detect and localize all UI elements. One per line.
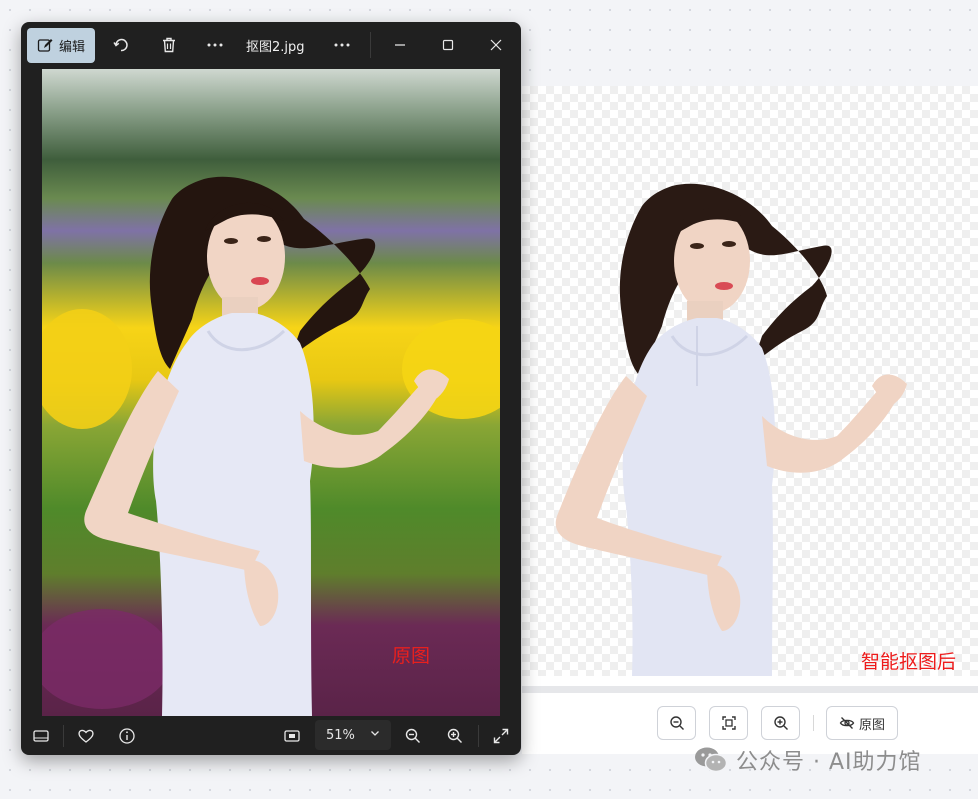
zoom-out-icon bbox=[405, 728, 420, 743]
bottombar-separator bbox=[63, 725, 64, 747]
minimize-button[interactable] bbox=[389, 34, 411, 56]
rotate-button[interactable] bbox=[110, 34, 132, 56]
zoom-level-dropdown[interactable]: 51% bbox=[315, 720, 391, 750]
zoom-in-icon bbox=[447, 728, 462, 743]
show-original-label: 原图 bbox=[858, 717, 885, 733]
maximize-button[interactable] bbox=[437, 34, 459, 56]
photo-figure bbox=[42, 176, 500, 716]
close-icon bbox=[490, 39, 502, 51]
actual-size-button[interactable] bbox=[280, 724, 304, 748]
original-photo-label: 原图 bbox=[392, 645, 431, 667]
zoom-in-icon bbox=[773, 716, 788, 730]
zoom-out-icon bbox=[669, 716, 684, 730]
info-icon bbox=[119, 728, 135, 744]
viewer-titlebar: 编辑 抠图2.jpg bbox=[21, 22, 521, 68]
expand-icon bbox=[493, 728, 509, 744]
wechat-watermark: 公众号 · AI助力馆 bbox=[694, 744, 922, 776]
rotate-icon bbox=[113, 38, 128, 52]
more-dots-icon bbox=[334, 43, 350, 47]
watermark-text: 公众号 · AI助力馆 bbox=[736, 750, 922, 775]
edit-button-label: 编辑 bbox=[58, 40, 85, 55]
fit-screen-button[interactable] bbox=[709, 706, 748, 740]
cutout-result-label: 智能抠图后 bbox=[860, 651, 956, 673]
viewer-bottombar: 51% bbox=[21, 716, 521, 755]
maximize-icon bbox=[442, 39, 454, 51]
toolbar-separator bbox=[813, 715, 814, 731]
more-dots-icon bbox=[207, 43, 223, 47]
zoom-out-button[interactable] bbox=[657, 706, 696, 740]
cutout-figure bbox=[555, 183, 907, 676]
zoom-in-button[interactable] bbox=[761, 706, 800, 740]
heart-icon bbox=[78, 729, 94, 743]
file-name: 抠图2.jpg bbox=[246, 40, 305, 55]
wechat-logo-icon bbox=[695, 747, 728, 773]
minimize-icon bbox=[395, 44, 405, 46]
zoom-out-viewer-button[interactable] bbox=[401, 724, 425, 748]
edit-image-icon bbox=[37, 39, 53, 52]
fullscreen-button[interactable] bbox=[489, 724, 513, 748]
original-photo: 原图 bbox=[42, 69, 500, 716]
info-button[interactable] bbox=[115, 724, 139, 748]
delete-button[interactable] bbox=[158, 34, 180, 56]
cutout-canvas: 智能抠图后 bbox=[522, 86, 978, 676]
close-button[interactable] bbox=[485, 34, 507, 56]
more-options-button[interactable] bbox=[204, 34, 226, 56]
actual-size-icon bbox=[284, 730, 300, 742]
photo-viewer-window: 编辑 抠图2.jpg 原图 51% bbox=[21, 22, 521, 755]
panel-divider bbox=[522, 686, 978, 693]
trash-icon bbox=[163, 37, 175, 53]
filmstrip-icon bbox=[33, 730, 49, 742]
zoom-level-value: 51% bbox=[326, 727, 355, 743]
file-more-button[interactable] bbox=[331, 34, 353, 56]
titlebar-separator bbox=[370, 32, 371, 58]
fit-frame-icon bbox=[721, 716, 736, 730]
favorite-button[interactable] bbox=[74, 724, 98, 748]
show-original-button[interactable]: 原图 bbox=[826, 706, 898, 740]
edit-button[interactable]: 编辑 bbox=[27, 28, 95, 63]
filmstrip-button[interactable] bbox=[29, 724, 53, 748]
chevron-down-icon bbox=[371, 731, 379, 736]
editor-panel: 智能抠图后 原图 bbox=[522, 86, 978, 754]
eye-off-icon bbox=[839, 717, 855, 729]
bottombar-separator bbox=[478, 725, 479, 747]
zoom-in-viewer-button[interactable] bbox=[443, 724, 467, 748]
